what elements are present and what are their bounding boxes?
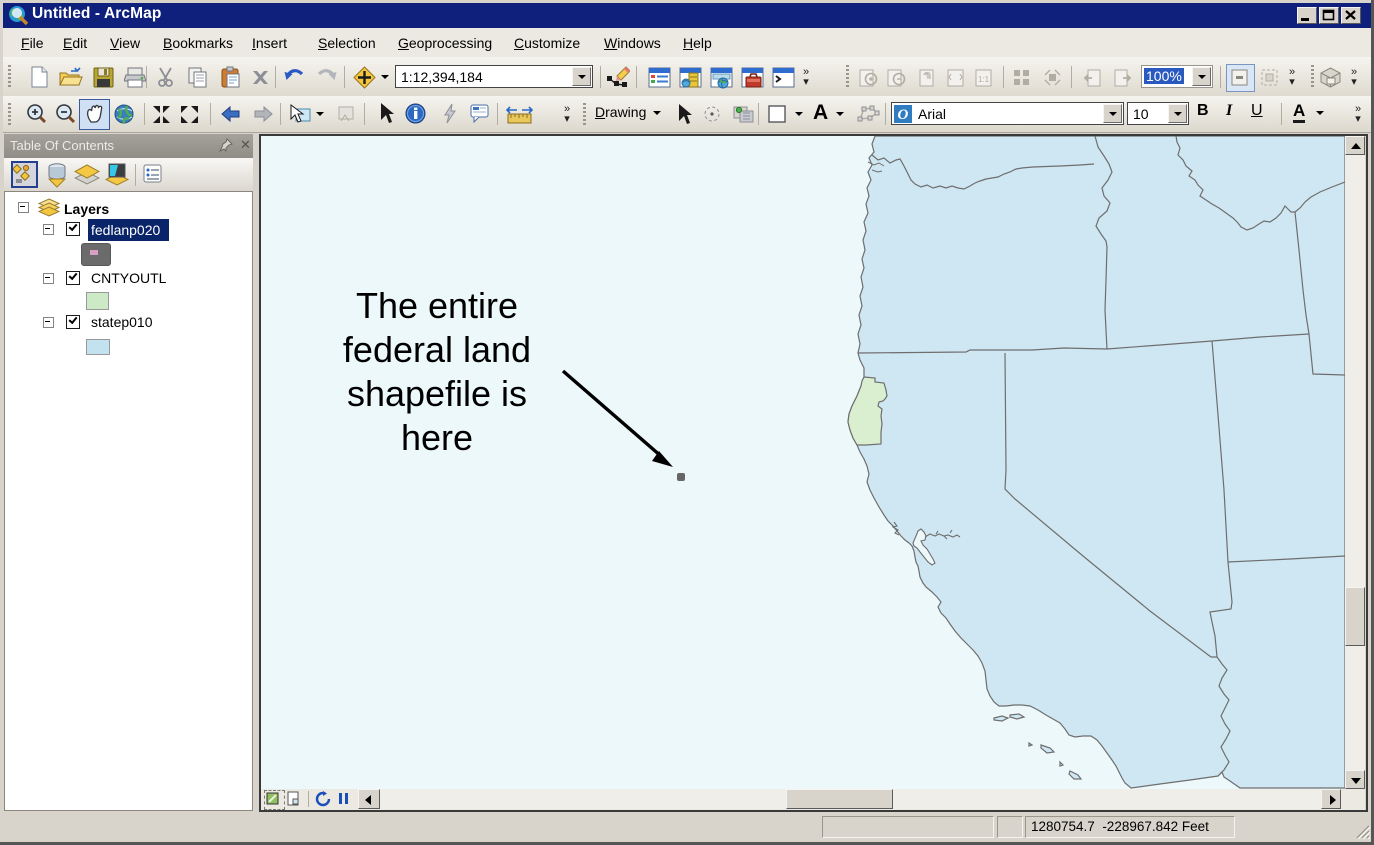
svg-text:1:1: 1:1 [978, 75, 990, 84]
svg-text:O: O [898, 107, 909, 123]
